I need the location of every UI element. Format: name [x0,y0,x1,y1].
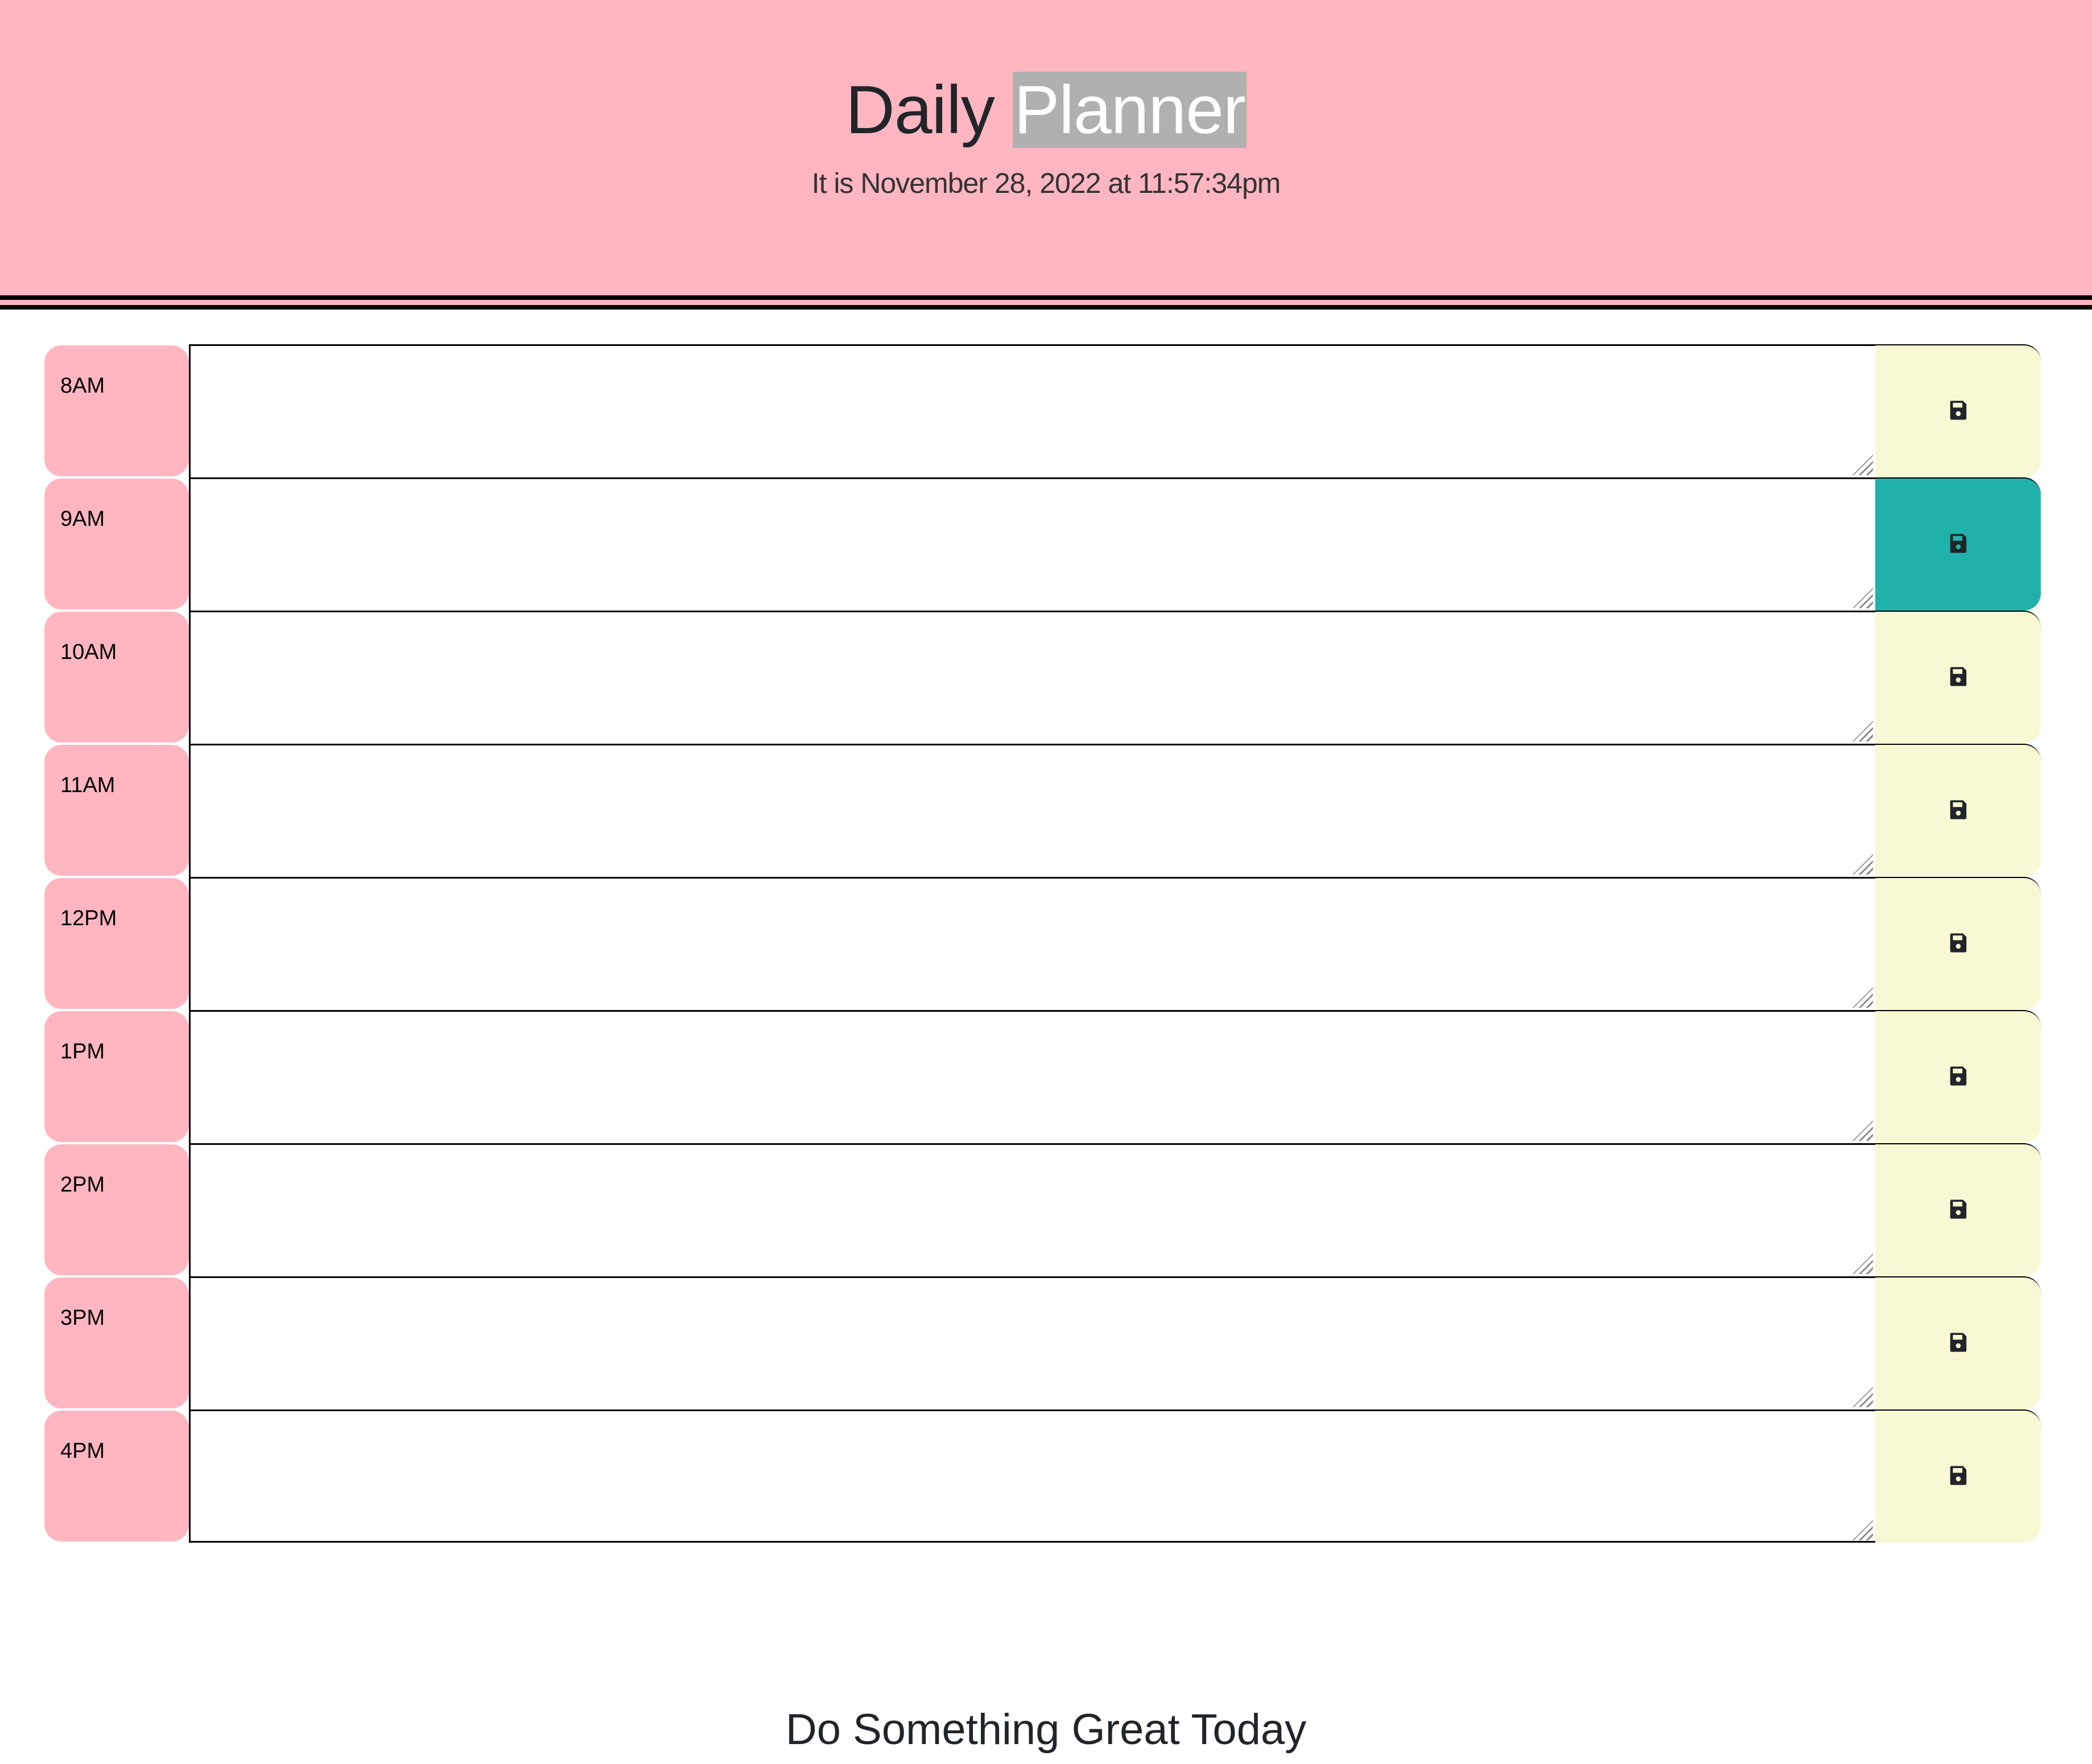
hour-label: 8AM [44,345,189,476]
floppy-disk-icon [1947,533,1969,557]
save-button[interactable] [1875,1276,2041,1409]
header-divider-top [0,295,2092,300]
hour-label: 2PM [44,1144,189,1275]
time-block-row: 11AM [44,744,2041,877]
event-textarea[interactable] [189,344,1875,477]
footer-message: Do Something Great Today [785,1705,1307,1754]
time-block-row: 9AM [44,477,2041,611]
save-button[interactable] [1875,1409,2041,1543]
hour-label: 4PM [44,1411,189,1542]
time-block-row: 2PM [44,1143,2041,1276]
hour-label: 11AM [44,745,189,876]
hour-label: 1PM [44,1011,189,1142]
title-planner-highlighted: Planner [1013,72,1247,148]
save-button[interactable] [1875,1143,2041,1276]
event-textarea[interactable] [189,1409,1875,1543]
floppy-disk-icon [1947,932,1969,957]
header-divider-band [0,300,2092,305]
event-textarea[interactable] [189,1276,1875,1409]
hour-label: 9AM [44,479,189,609]
hour-label: 3PM [44,1277,189,1408]
header-divider-bottom [0,305,2092,310]
time-block-row: 3PM [44,1276,2041,1409]
save-button[interactable] [1875,344,2041,477]
event-textarea[interactable] [189,877,1875,1010]
floppy-disk-icon [1947,1198,1969,1223]
floppy-disk-icon [1947,1065,1969,1090]
floppy-disk-icon [1947,399,1969,424]
time-block-row: 10AM [44,611,2041,744]
time-block-row: 4PM [44,1409,2041,1543]
floppy-disk-icon [1947,1465,1969,1489]
floppy-disk-icon [1947,666,1969,690]
floppy-disk-icon [1947,1332,1969,1356]
event-textarea[interactable] [189,1143,1875,1276]
save-button[interactable] [1875,744,2041,877]
event-textarea[interactable] [189,1010,1875,1143]
title-daily: Daily [845,72,995,148]
time-block-row: 12PM [44,877,2041,1010]
save-button[interactable] [1875,877,2041,1010]
time-block-row: 1PM [44,1010,2041,1143]
current-datetime: It is November 28, 2022 at 11:57:34pm [811,167,1281,199]
hour-label: 12PM [44,878,189,1009]
event-textarea[interactable] [189,477,1875,611]
time-block-list: 8AM 9AM 10AM 11AM 12PM 1PM 2PM 3PM 4PM [44,344,2041,1543]
time-block-row: 8AM [44,344,2041,477]
hour-label: 10AM [44,612,189,743]
save-button[interactable] [1875,611,2041,744]
page-header: Daily Planner It is November 28, 2022 at… [0,0,2092,296]
save-button[interactable] [1875,1010,2041,1143]
event-textarea[interactable] [189,744,1875,877]
event-textarea[interactable] [189,611,1875,744]
floppy-disk-icon [1947,799,1969,823]
page-title: Daily Planner [0,67,2092,153]
save-button[interactable] [1875,477,2041,611]
